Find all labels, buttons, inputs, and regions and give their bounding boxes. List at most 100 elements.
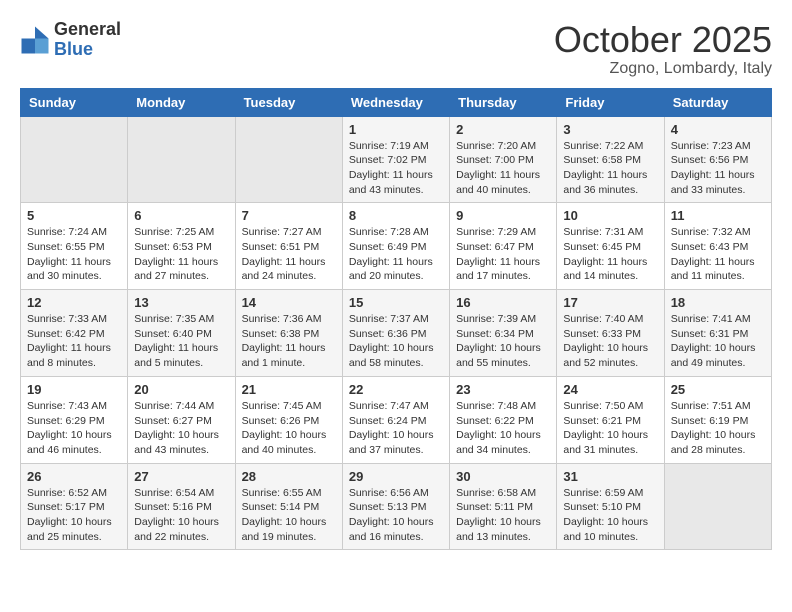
day-info: Sunrise: 7:35 AM Sunset: 6:40 PM Dayligh… bbox=[134, 312, 228, 371]
calendar-cell: 15 Sunrise: 7:37 AM Sunset: 6:36 PM Dayli… bbox=[342, 290, 449, 377]
calendar-cell: 13 Sunrise: 7:35 AM Sunset: 6:40 PM Dayli… bbox=[128, 290, 235, 377]
month-title: October 2025 bbox=[554, 20, 772, 60]
calendar-cell: 5 Sunrise: 7:24 AM Sunset: 6:55 PM Daylig… bbox=[21, 203, 128, 290]
day-info: Sunrise: 7:37 AM Sunset: 6:36 PM Dayligh… bbox=[349, 312, 443, 371]
day-number: 17 bbox=[563, 295, 657, 310]
weekday-header-tuesday: Tuesday bbox=[235, 88, 342, 116]
day-info: Sunrise: 7:51 AM Sunset: 6:19 PM Dayligh… bbox=[671, 399, 765, 458]
day-number: 15 bbox=[349, 295, 443, 310]
day-number: 19 bbox=[27, 382, 121, 397]
calendar-cell: 2Sunrise: 7:20 AM Sunset: 7:00 PM Daylig… bbox=[450, 116, 557, 203]
day-info: Sunrise: 7:47 AM Sunset: 6:24 PM Dayligh… bbox=[349, 399, 443, 458]
calendar-week-row: 1 Sunrise: 7:19 AM Sunset: 7:02 PM Daylig… bbox=[21, 116, 772, 203]
title-block: October 2025 Zogno, Lombardy, Italy bbox=[554, 20, 772, 78]
day-info: Sunrise: 7:33 AM Sunset: 6:42 PM Dayligh… bbox=[27, 312, 121, 371]
weekday-header-friday: Friday bbox=[557, 88, 664, 116]
day-number: 9 bbox=[456, 208, 550, 223]
calendar-cell: 30 Sunrise: 6:58 AM Sunset: 5:11 PM Dayli… bbox=[450, 463, 557, 550]
calendar-cell: 11 Sunrise: 7:32 AM Sunset: 6:43 PM Dayli… bbox=[664, 203, 771, 290]
weekday-header-wednesday: Wednesday bbox=[342, 88, 449, 116]
day-info: Sunrise: 7:19 AM Sunset: 7:02 PM Dayligh… bbox=[349, 139, 443, 198]
day-info: Sunrise: 7:45 AM Sunset: 6:26 PM Dayligh… bbox=[242, 399, 336, 458]
calendar-cell: 10 Sunrise: 7:31 AM Sunset: 6:45 PM Dayli… bbox=[557, 203, 664, 290]
day-info: Sunrise: 7:48 AM Sunset: 6:22 PM Dayligh… bbox=[456, 399, 550, 458]
day-number: 29 bbox=[349, 469, 443, 484]
calendar-week-row: 19 Sunrise: 7:43 AM Sunset: 6:29 PM Dayli… bbox=[21, 376, 772, 463]
day-info: Sunrise: 7:28 AM Sunset: 6:49 PM Dayligh… bbox=[349, 225, 443, 284]
day-number: 26 bbox=[27, 469, 121, 484]
day-number: 24 bbox=[563, 382, 657, 397]
calendar-cell: 7 Sunrise: 7:27 AM Sunset: 6:51 PM Daylig… bbox=[235, 203, 342, 290]
calendar-week-row: 5 Sunrise: 7:24 AM Sunset: 6:55 PM Daylig… bbox=[21, 203, 772, 290]
day-info: Sunrise: 7:50 AM Sunset: 6:21 PM Dayligh… bbox=[563, 399, 657, 458]
day-number: 16 bbox=[456, 295, 550, 310]
day-number: 1 bbox=[349, 122, 443, 137]
day-number: 18 bbox=[671, 295, 765, 310]
weekday-header-saturday: Saturday bbox=[664, 88, 771, 116]
calendar-cell: 14 Sunrise: 7:36 AM Sunset: 6:38 PM Dayli… bbox=[235, 290, 342, 377]
calendar-cell: 18 Sunrise: 7:41 AM Sunset: 6:31 PM Dayli… bbox=[664, 290, 771, 377]
calendar-cell: 27Sunrise: 6:54 AM Sunset: 5:16 PM Dayli… bbox=[128, 463, 235, 550]
day-number: 22 bbox=[349, 382, 443, 397]
day-info: Sunrise: 7:32 AM Sunset: 6:43 PM Dayligh… bbox=[671, 225, 765, 284]
day-number: 8 bbox=[349, 208, 443, 223]
day-number: 20 bbox=[134, 382, 228, 397]
calendar-cell: 3 Sunrise: 7:22 AM Sunset: 6:58 PM Daylig… bbox=[557, 116, 664, 203]
day-info: Sunrise: 7:27 AM Sunset: 6:51 PM Dayligh… bbox=[242, 225, 336, 284]
day-info: Sunrise: 7:22 AM Sunset: 6:58 PM Dayligh… bbox=[563, 139, 657, 198]
calendar-week-row: 26Sunrise: 6:52 AM Sunset: 5:17 PM Dayli… bbox=[21, 463, 772, 550]
calendar-cell: 31 Sunrise: 6:59 AM Sunset: 5:10 PM Dayli… bbox=[557, 463, 664, 550]
day-info: Sunrise: 6:58 AM Sunset: 5:11 PM Dayligh… bbox=[456, 486, 550, 545]
day-number: 7 bbox=[242, 208, 336, 223]
day-number: 31 bbox=[563, 469, 657, 484]
day-info: Sunrise: 6:59 AM Sunset: 5:10 PM Dayligh… bbox=[563, 486, 657, 545]
day-info: Sunrise: 7:44 AM Sunset: 6:27 PM Dayligh… bbox=[134, 399, 228, 458]
weekday-header-thursday: Thursday bbox=[450, 88, 557, 116]
logo-icon bbox=[20, 25, 50, 55]
day-info: Sunrise: 7:23 AM Sunset: 6:56 PM Dayligh… bbox=[671, 139, 765, 198]
day-number: 13 bbox=[134, 295, 228, 310]
day-info: Sunrise: 7:40 AM Sunset: 6:33 PM Dayligh… bbox=[563, 312, 657, 371]
calendar-cell: 26Sunrise: 6:52 AM Sunset: 5:17 PM Dayli… bbox=[21, 463, 128, 550]
calendar-cell: 23 Sunrise: 7:48 AM Sunset: 6:22 PM Dayli… bbox=[450, 376, 557, 463]
calendar-cell: 8 Sunrise: 7:28 AM Sunset: 6:49 PM Daylig… bbox=[342, 203, 449, 290]
day-info: Sunrise: 7:43 AM Sunset: 6:29 PM Dayligh… bbox=[27, 399, 121, 458]
calendar-cell: 9 Sunrise: 7:29 AM Sunset: 6:47 PM Daylig… bbox=[450, 203, 557, 290]
day-number: 30 bbox=[456, 469, 550, 484]
logo: General Blue bbox=[20, 20, 121, 60]
calendar-body: 1 Sunrise: 7:19 AM Sunset: 7:02 PM Daylig… bbox=[21, 116, 772, 550]
calendar-cell: 20 Sunrise: 7:44 AM Sunset: 6:27 PM Dayli… bbox=[128, 376, 235, 463]
calendar-cell: 22 Sunrise: 7:47 AM Sunset: 6:24 PM Dayli… bbox=[342, 376, 449, 463]
day-number: 5 bbox=[27, 208, 121, 223]
calendar-cell bbox=[235, 116, 342, 203]
calendar-cell: 16Sunrise: 7:39 AM Sunset: 6:34 PM Dayli… bbox=[450, 290, 557, 377]
day-info: Sunrise: 7:41 AM Sunset: 6:31 PM Dayligh… bbox=[671, 312, 765, 371]
page-header: General Blue October 2025 Zogno, Lombard… bbox=[20, 20, 772, 78]
day-number: 21 bbox=[242, 382, 336, 397]
calendar-cell: 24 Sunrise: 7:50 AM Sunset: 6:21 PM Dayli… bbox=[557, 376, 664, 463]
day-info: Sunrise: 7:29 AM Sunset: 6:47 PM Dayligh… bbox=[456, 225, 550, 284]
day-number: 4 bbox=[671, 122, 765, 137]
calendar-header: SundayMondayTuesdayWednesdayThursdayFrid… bbox=[21, 88, 772, 116]
day-info: Sunrise: 6:55 AM Sunset: 5:14 PM Dayligh… bbox=[242, 486, 336, 545]
weekday-header-monday: Monday bbox=[128, 88, 235, 116]
day-number: 11 bbox=[671, 208, 765, 223]
day-number: 12 bbox=[27, 295, 121, 310]
day-number: 3 bbox=[563, 122, 657, 137]
weekday-header-row: SundayMondayTuesdayWednesdayThursdayFrid… bbox=[21, 88, 772, 116]
calendar-cell: 19 Sunrise: 7:43 AM Sunset: 6:29 PM Dayli… bbox=[21, 376, 128, 463]
day-number: 6 bbox=[134, 208, 228, 223]
day-number: 23 bbox=[456, 382, 550, 397]
day-number: 25 bbox=[671, 382, 765, 397]
day-number: 2 bbox=[456, 122, 550, 137]
day-info: Sunrise: 7:36 AM Sunset: 6:38 PM Dayligh… bbox=[242, 312, 336, 371]
day-number: 27 bbox=[134, 469, 228, 484]
day-number: 14 bbox=[242, 295, 336, 310]
calendar-cell bbox=[128, 116, 235, 203]
day-info: Sunrise: 7:31 AM Sunset: 6:45 PM Dayligh… bbox=[563, 225, 657, 284]
calendar-cell: 28Sunrise: 6:55 AM Sunset: 5:14 PM Dayli… bbox=[235, 463, 342, 550]
calendar-cell: 25 Sunrise: 7:51 AM Sunset: 6:19 PM Dayli… bbox=[664, 376, 771, 463]
day-info: Sunrise: 7:24 AM Sunset: 6:55 PM Dayligh… bbox=[27, 225, 121, 284]
calendar-cell bbox=[21, 116, 128, 203]
day-number: 10 bbox=[563, 208, 657, 223]
